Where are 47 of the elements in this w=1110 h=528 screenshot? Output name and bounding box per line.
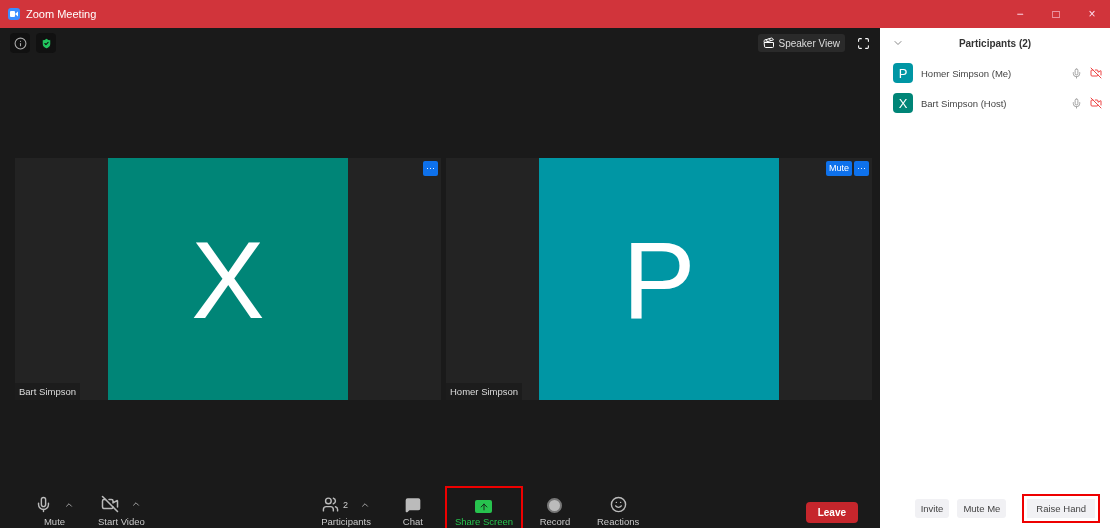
chat-bubble-icon bbox=[404, 497, 421, 513]
people-icon bbox=[322, 496, 340, 513]
avatar-initial: X bbox=[893, 93, 913, 113]
toolbar-button[interactable]: Reactions bbox=[587, 486, 650, 528]
avatar-initial: X bbox=[108, 158, 348, 400]
fullscreen-icon[interactable] bbox=[857, 36, 870, 50]
info-icon[interactable] bbox=[10, 33, 30, 53]
tile-button[interactable]: Mute bbox=[826, 161, 852, 176]
speaker-view-button[interactable]: Speaker View bbox=[758, 34, 845, 52]
participant-row[interactable]: X Bart Simpson (Host) bbox=[880, 88, 1110, 118]
toolbar-button[interactable]: Mute bbox=[25, 486, 84, 528]
avatar-initial: P bbox=[893, 63, 913, 83]
tile-button[interactable]: ··· bbox=[423, 161, 438, 176]
smiley-icon bbox=[609, 496, 627, 513]
participant-count: 2 bbox=[343, 499, 349, 510]
microphone-icon bbox=[35, 496, 52, 513]
participant-row[interactable]: P Homer Simpson (Me) bbox=[880, 58, 1110, 88]
clapperboard-icon bbox=[763, 37, 776, 49]
participant-name: Homer Simpson bbox=[446, 383, 523, 400]
caret-icon[interactable] bbox=[131, 499, 142, 509]
video-off-icon bbox=[1090, 67, 1102, 79]
panel-button[interactable]: Raise Hand bbox=[1022, 494, 1100, 523]
toolbar-button[interactable]: Chat bbox=[384, 486, 441, 528]
microphone-icon bbox=[1071, 67, 1082, 79]
video-off-icon bbox=[101, 495, 120, 513]
record-icon bbox=[547, 498, 563, 513]
toolbar-button[interactable]: Start Video bbox=[88, 486, 155, 528]
microphone-icon bbox=[1071, 97, 1082, 109]
participant-name: Bart Simpson (Host) bbox=[921, 97, 1008, 109]
shield-check-icon[interactable] bbox=[36, 33, 56, 53]
window-control[interactable]: × bbox=[1074, 7, 1110, 21]
participant-name: Bart Simpson bbox=[15, 383, 81, 400]
window-control[interactable]: □ bbox=[1038, 7, 1074, 21]
toolbar-button[interactable]: Share Screen bbox=[444, 486, 523, 528]
video-off-icon bbox=[1090, 97, 1102, 109]
panel-button[interactable]: Invite bbox=[914, 499, 950, 518]
avatar-initial: P bbox=[539, 158, 779, 400]
toolbar-button[interactable]: Record bbox=[527, 486, 583, 528]
window-control[interactable]: − bbox=[1002, 7, 1038, 21]
window-title: Zoom Meeting bbox=[26, 8, 98, 20]
panel-button[interactable]: Mute Me bbox=[957, 499, 1007, 518]
app-logo-icon bbox=[8, 8, 20, 20]
participant-name: Homer Simpson (Me) bbox=[921, 67, 1013, 79]
panel-title: Participants (2) bbox=[957, 37, 1033, 49]
leave-button[interactable]: Leave bbox=[805, 502, 858, 523]
tile-button[interactable]: ··· bbox=[854, 161, 869, 176]
toolbar-button[interactable]: 2 Participants bbox=[311, 486, 381, 528]
